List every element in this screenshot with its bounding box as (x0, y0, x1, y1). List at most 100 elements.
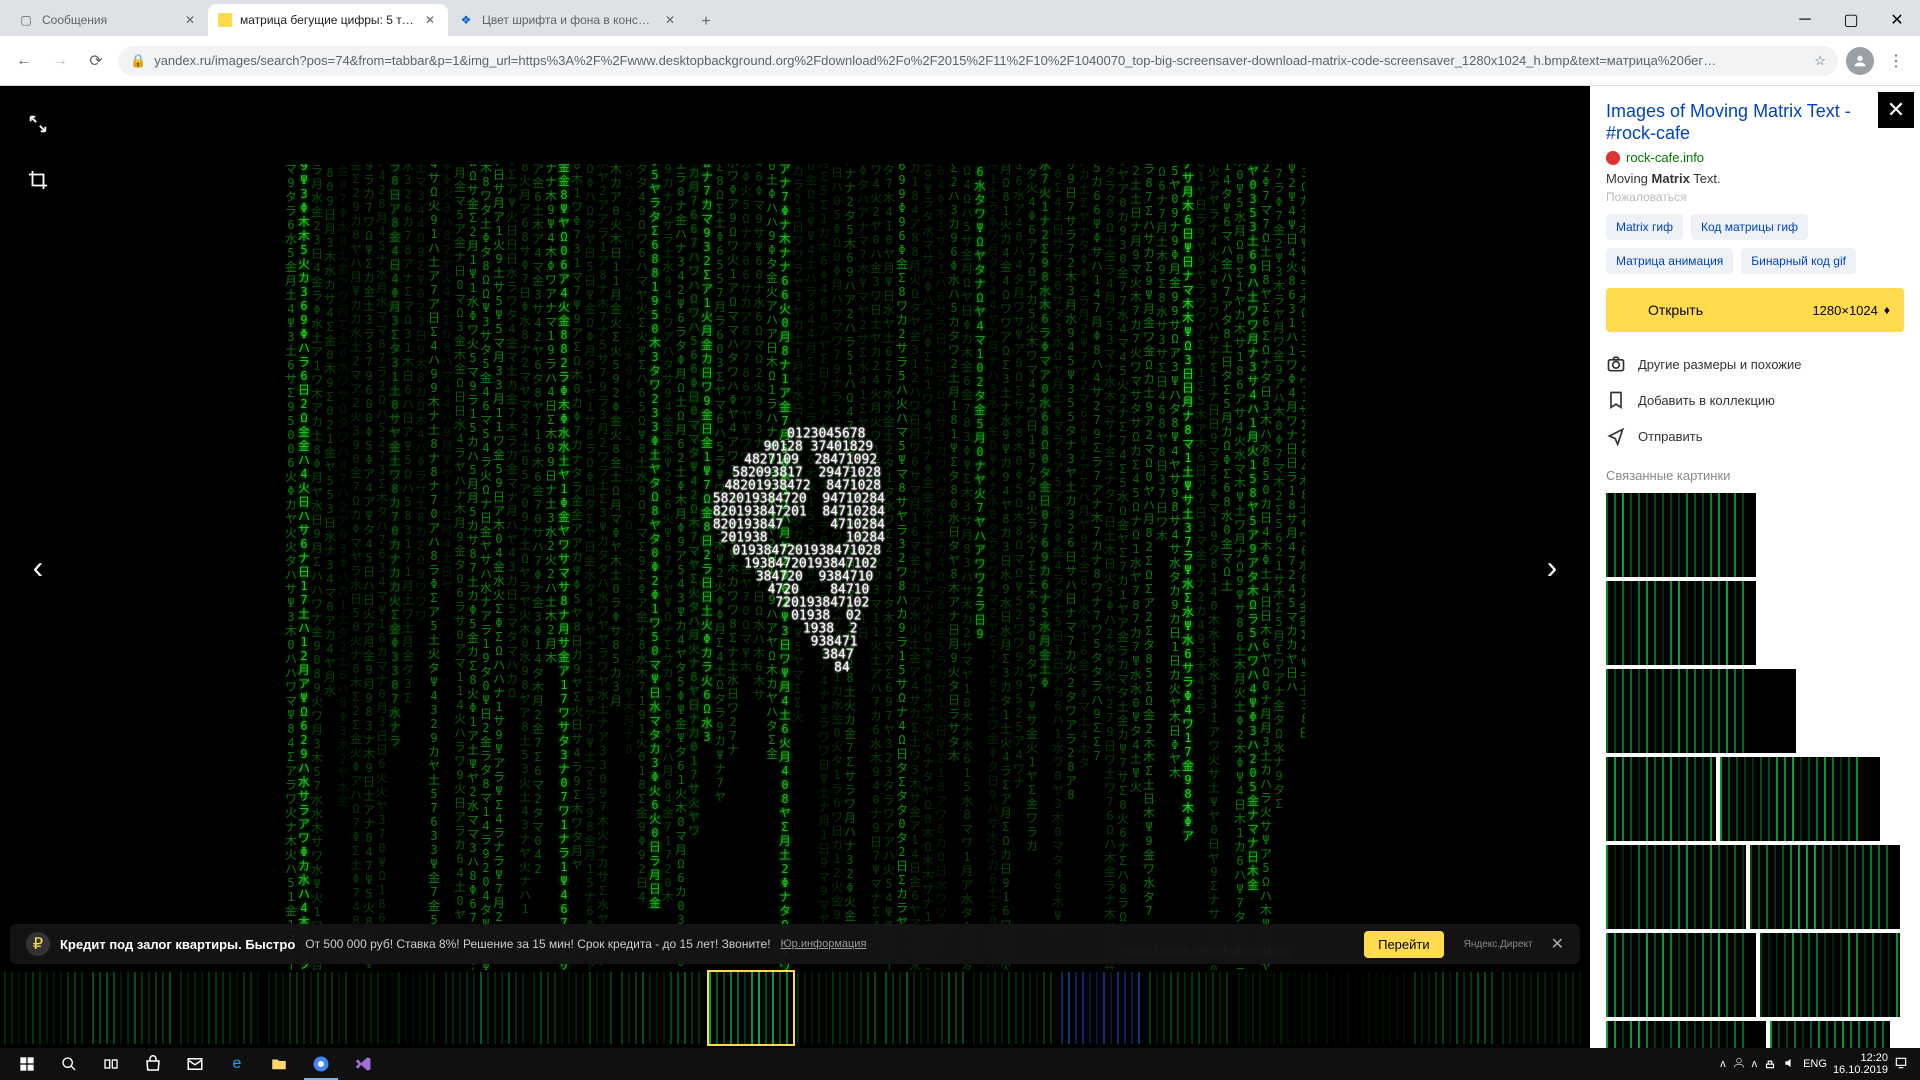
related-thumbnail[interactable] (1606, 581, 1756, 665)
send-action[interactable]: Отправить (1606, 418, 1904, 454)
thumbnail[interactable] (1414, 972, 1498, 1044)
thumbnail[interactable] (533, 972, 617, 1044)
ad-go-button[interactable]: Перейти (1364, 931, 1444, 958)
close-icon[interactable]: ✕ (422, 12, 438, 28)
tab-title: Цвет шрифта и фона в консол… (482, 13, 654, 27)
maximize-button[interactable]: ▢ (1828, 4, 1874, 36)
report-link[interactable]: Пожаловаться (1606, 190, 1904, 204)
reload-button[interactable]: ⟳ (82, 47, 110, 75)
tag-chip[interactable]: Бинарный код gif (1741, 248, 1856, 274)
related-thumbnail[interactable] (1720, 757, 1880, 841)
tab-yandex-images[interactable]: матрица бегущие цифры: 5 ты… ✕ (208, 4, 448, 36)
image-title-link[interactable]: Images of Moving Matrix Text - #rock-caf… (1606, 100, 1904, 144)
camera-icon (1606, 354, 1626, 374)
ad-banner: ₽ Кредит под залог квартиры. Быстро От 5… (10, 924, 1580, 964)
tab-title: матрица бегущие цифры: 5 ты… (240, 13, 414, 27)
thumbnail[interactable] (4, 972, 88, 1044)
thumbnail[interactable] (885, 972, 969, 1044)
address-bar[interactable]: 🔒 yandex.ru/images/search?pos=74&from=ta… (118, 46, 1838, 76)
thumbnail[interactable] (268, 972, 352, 1044)
thumbnail[interactable] (356, 972, 440, 1044)
search-button[interactable] (48, 1048, 90, 1080)
back-button[interactable]: ← (10, 47, 38, 75)
dropdown-icon[interactable]: ♦ (1884, 303, 1890, 317)
related-thumbnail[interactable] (1750, 845, 1900, 929)
info-sidebar: ✕ Images of Moving Matrix Text - #rock-c… (1590, 86, 1920, 1048)
tag-chip[interactable]: Матрица анимация (1606, 248, 1733, 274)
related-thumbnail[interactable] (1606, 1021, 1766, 1048)
related-thumbnail[interactable] (1606, 845, 1746, 929)
open-button[interactable]: Открыть 1280×1024 ♦ (1606, 288, 1904, 332)
related-images-header: Связанные картинки (1606, 468, 1904, 483)
tab-title: Сообщения (42, 13, 174, 27)
favicon-icon (218, 13, 232, 27)
other-sizes-action[interactable]: Другие размеры и похожие (1606, 346, 1904, 382)
next-image-button[interactable]: › (1524, 539, 1580, 595)
explorer-icon[interactable] (258, 1048, 300, 1080)
related-thumbnail[interactable] (1760, 933, 1900, 1017)
domain-icon (1606, 151, 1620, 165)
tab-console-colors[interactable]: ❖ Цвет шрифта и фона в консол… ✕ (448, 4, 688, 36)
edge-icon[interactable]: e (216, 1048, 258, 1080)
source-domain[interactable]: rock-cafe.info (1606, 150, 1904, 165)
ad-close-button[interactable]: ✕ (1551, 934, 1564, 954)
thumbnail[interactable] (1502, 972, 1586, 1044)
image-subtitle: Moving Matrix Text. (1606, 171, 1904, 186)
prev-image-button[interactable]: ‹ (10, 539, 66, 595)
related-thumbnail[interactable] (1606, 493, 1756, 577)
people-icon[interactable] (1732, 1056, 1746, 1073)
forward-button[interactable]: → (46, 47, 74, 75)
profile-button[interactable] (1846, 47, 1874, 75)
system-tray: ʌ ʌ ENG 12:20 16.10.2019 (1720, 1052, 1914, 1076)
thumbnail[interactable] (621, 972, 705, 1044)
tab-strip: ▢ Сообщения ✕ матрица бегущие цифры: 5 т… (0, 0, 1920, 36)
store-icon[interactable] (132, 1048, 174, 1080)
tab-messages[interactable]: ▢ Сообщения ✕ (8, 4, 208, 36)
minimize-button[interactable]: ─ (1782, 4, 1828, 36)
thumbnail[interactable] (180, 972, 264, 1044)
bookmark-icon[interactable]: ☆ (1814, 53, 1826, 69)
visualstudio-icon[interactable] (342, 1048, 384, 1080)
ad-legal-link[interactable]: Юр.информация (781, 938, 867, 950)
start-button[interactable] (6, 1048, 48, 1080)
notifications-icon[interactable] (1894, 1056, 1908, 1073)
thumbnail[interactable] (1238, 972, 1322, 1044)
thumbnail[interactable] (1149, 972, 1233, 1044)
mail-icon[interactable] (174, 1048, 216, 1080)
thumbnail[interactable] (709, 972, 793, 1044)
related-images-grid (1606, 493, 1904, 1048)
language-indicator[interactable]: ENG (1803, 1058, 1827, 1070)
fullscreen-button[interactable] (20, 106, 56, 142)
related-thumbnail[interactable] (1606, 757, 1716, 841)
thumbnail[interactable] (1326, 972, 1410, 1044)
main-image[interactable]: マ 9 タ ラ 6 水 5 金 月 土 4 Ψ 3 土 6 サ Σ 9 5 0 … (285, 164, 1305, 970)
close-viewer-button[interactable]: ✕ (1878, 92, 1914, 128)
related-thumbnail[interactable] (1770, 1021, 1890, 1048)
thumbnail[interactable] (92, 972, 176, 1044)
new-tab-button[interactable]: + (692, 8, 720, 36)
chrome-icon[interactable] (300, 1048, 342, 1080)
tray-chevron-icon[interactable]: ʌ (1720, 1058, 1726, 1070)
add-collection-action[interactable]: Добавить в коллекцию (1606, 382, 1904, 418)
tray-chevron-icon[interactable]: ʌ (1752, 1058, 1758, 1070)
close-icon[interactable]: ✕ (662, 12, 678, 28)
related-thumbnail[interactable] (1606, 669, 1796, 753)
crop-button[interactable] (20, 162, 56, 198)
thumbnail[interactable] (1061, 972, 1145, 1044)
task-view-button[interactable] (90, 1048, 132, 1080)
download-icon (1620, 299, 1638, 322)
kebab-menu-button[interactable]: ⋮ (1882, 47, 1910, 75)
close-icon[interactable]: ✕ (182, 12, 198, 28)
thumbnail[interactable] (797, 972, 881, 1044)
clock[interactable]: 12:20 16.10.2019 (1833, 1052, 1888, 1076)
thumbnail[interactable] (445, 972, 529, 1044)
ad-brand: Яндекс.Директ (1464, 939, 1533, 950)
tag-chip[interactable]: Код матрицы гиф (1691, 214, 1808, 240)
tag-chip[interactable]: Matrix гиф (1606, 214, 1683, 240)
volume-icon[interactable] (1783, 1056, 1797, 1073)
close-window-button[interactable]: ✕ (1874, 4, 1920, 36)
network-icon[interactable] (1763, 1056, 1777, 1073)
thumbnail[interactable] (973, 972, 1057, 1044)
related-thumbnail[interactable] (1606, 933, 1756, 1017)
open-size: 1280×1024 (1812, 303, 1877, 318)
